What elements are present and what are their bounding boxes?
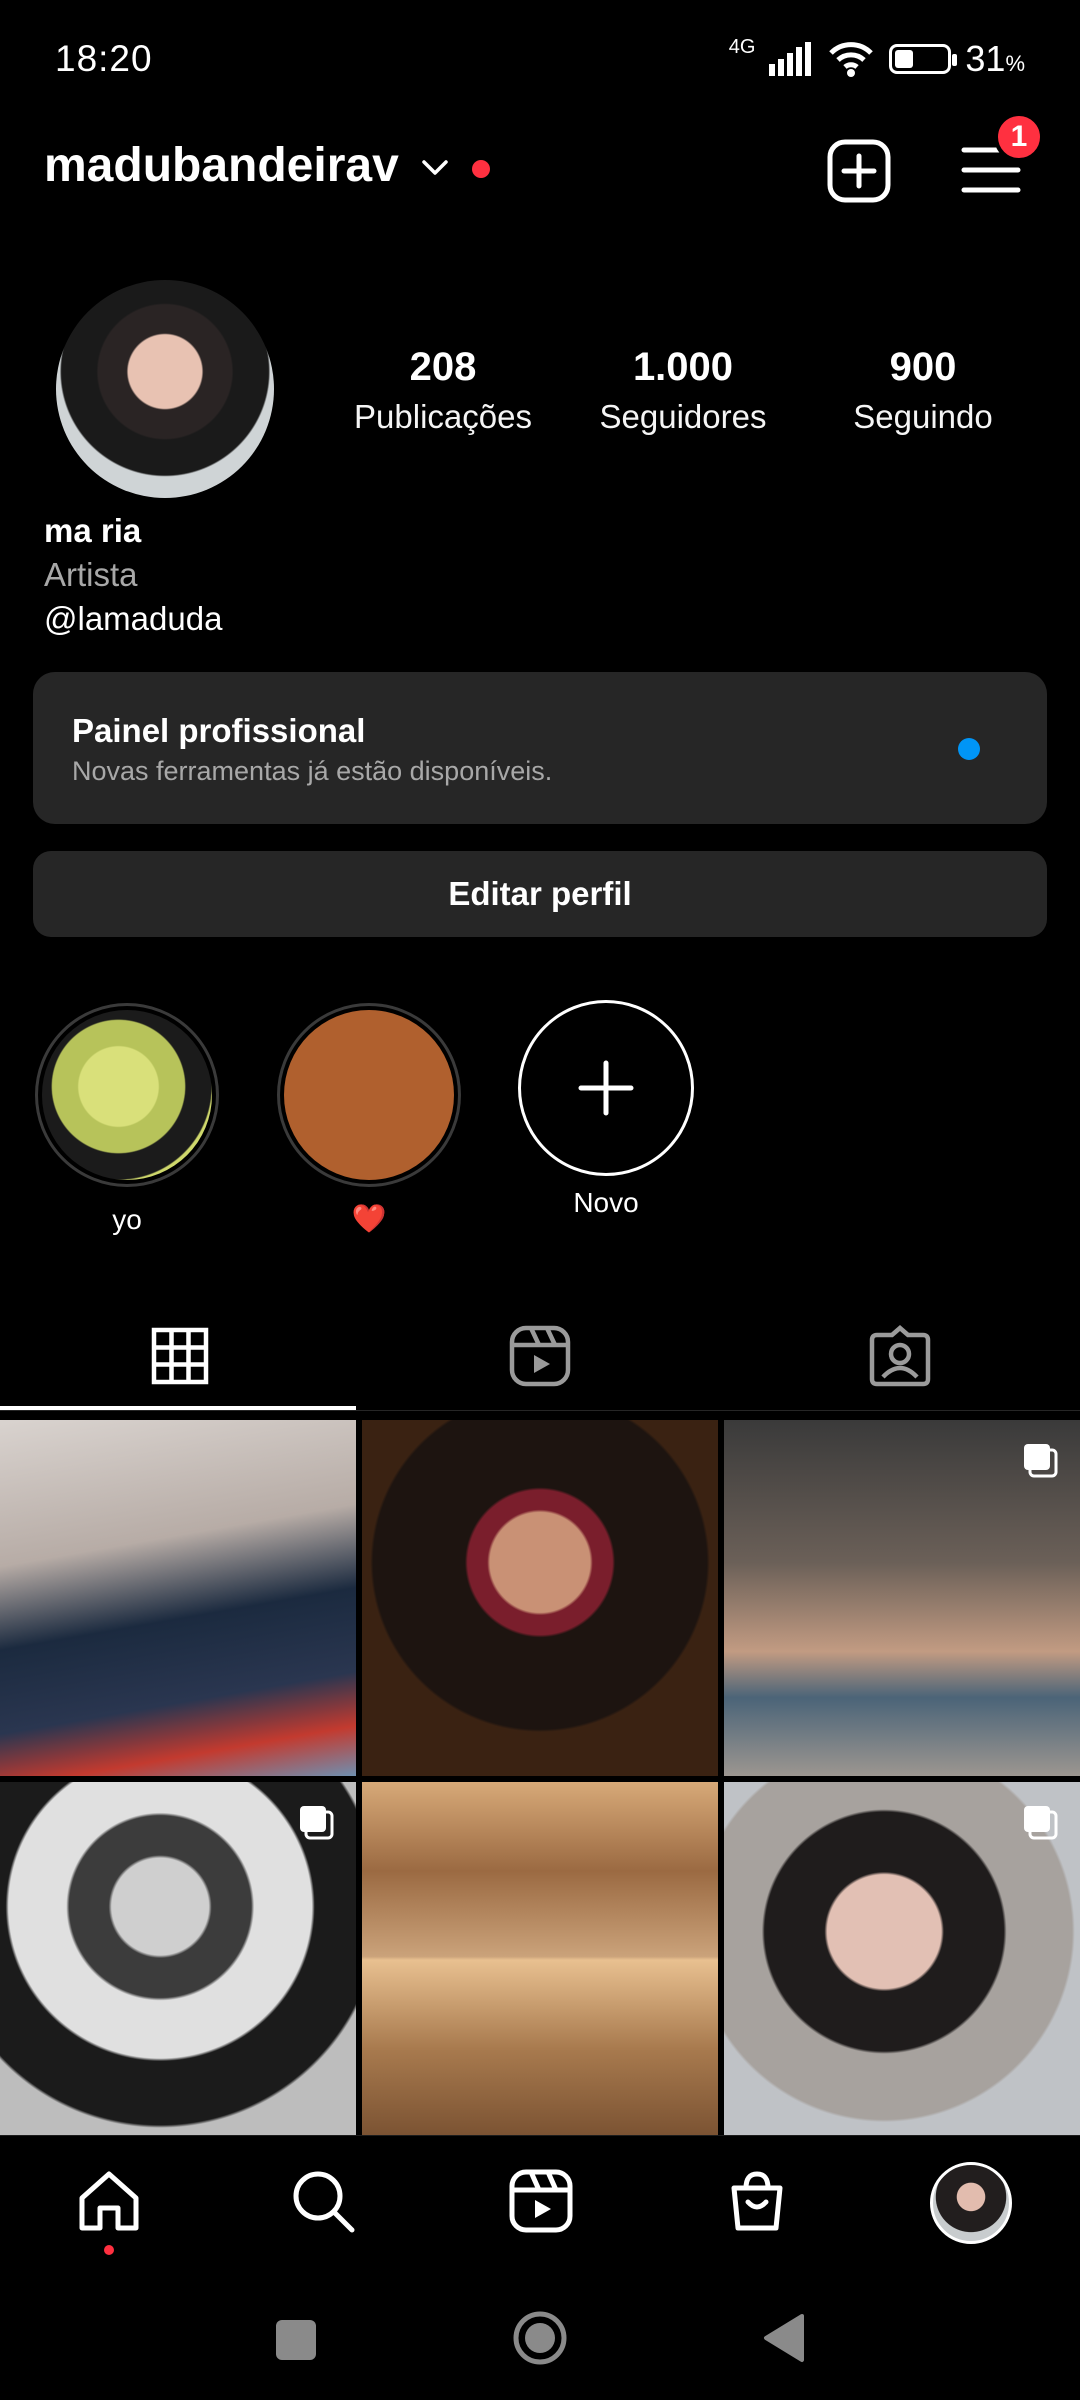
post-thumbnail[interactable] (724, 1782, 1080, 2138)
status-time: 18:20 (55, 38, 153, 79)
post-thumbnail[interactable] (0, 1782, 356, 2138)
tab-posts-grid[interactable] (0, 1316, 360, 1396)
post-thumbnail[interactable] (0, 1420, 356, 1776)
new-indicator-dot (958, 738, 980, 760)
highlight-cover (284, 1010, 454, 1180)
post-thumbnail[interactable] (724, 1420, 1080, 1776)
signal-icon (769, 42, 812, 76)
stat-value: 1.000 (632, 345, 734, 389)
new-highlight-button[interactable] (518, 1000, 694, 1176)
stat-following[interactable]: 900 Seguindo (803, 345, 1043, 436)
highlight-label: Novo (573, 1187, 639, 1218)
highlight-yo[interactable] (35, 1003, 219, 1187)
battery-level (895, 50, 913, 68)
stat-followers[interactable]: 1.000 Seguidores (563, 345, 803, 436)
stat-value: 900 (889, 345, 957, 389)
stat-label: Seguidores (599, 398, 767, 435)
reels-icon (509, 1325, 571, 1387)
battery-percent: 31% (965, 38, 1025, 79)
back-button[interactable] (762, 2312, 806, 2364)
home-icon[interactable] (76, 2168, 142, 2234)
profile-tab-avatar[interactable] (930, 2162, 1012, 2244)
network-type: 4G (728, 35, 756, 58)
home-button[interactable] (512, 2310, 568, 2366)
tab-divider (0, 1410, 1080, 1411)
panel-subtitle: Novas ferramentas já estão disponíveis. (72, 756, 553, 786)
search-icon[interactable] (290, 2168, 356, 2234)
panel-title: Painel profissional (72, 712, 366, 749)
profile-category: Artista (44, 556, 138, 593)
tab-tagged[interactable] (720, 1316, 1080, 1396)
highlight-label: ❤️ (351, 1203, 387, 1234)
reels-icon[interactable] (508, 2168, 574, 2234)
stat-posts[interactable]: 208 Publicações (323, 345, 563, 436)
tab-reels[interactable] (360, 1316, 720, 1396)
chevron-down-icon[interactable] (418, 150, 452, 184)
multiple-photos-icon (300, 1806, 334, 1840)
multiple-photos-icon (1024, 1444, 1058, 1478)
edit-profile-button[interactable]: Editar perfil (33, 851, 1047, 937)
tagged-icon (869, 1325, 931, 1387)
home-notification-dot (104, 2245, 114, 2255)
wifi-icon (829, 42, 874, 77)
highlight-label: yo (112, 1204, 142, 1235)
recent-apps-button[interactable] (276, 2320, 316, 2360)
profile-handle-link[interactable]: @lamaduda (44, 600, 222, 638)
stat-label: Seguindo (853, 398, 993, 435)
notification-dot (472, 160, 490, 178)
stat-label: Publicações (354, 398, 532, 435)
highlight-cover (42, 1010, 212, 1180)
shop-icon[interactable] (724, 2168, 790, 2234)
status-icons: 4G 31% (728, 35, 1025, 80)
stat-value: 208 (409, 345, 477, 389)
grid-icon (151, 1327, 209, 1385)
plus-icon (578, 1060, 634, 1116)
highlight-heart[interactable] (277, 1003, 461, 1187)
multiple-photos-icon (1024, 1806, 1058, 1840)
profile-avatar[interactable] (56, 280, 274, 498)
post-thumbnail[interactable] (362, 1782, 718, 2138)
battery-icon (889, 44, 958, 74)
account-switcher-username[interactable]: madubandeirav (44, 138, 399, 193)
menu-badge: 1 (994, 112, 1044, 162)
new-post-button[interactable] (826, 138, 892, 204)
post-thumbnail[interactable] (362, 1420, 718, 1776)
profile-name: ma ria (44, 512, 142, 549)
